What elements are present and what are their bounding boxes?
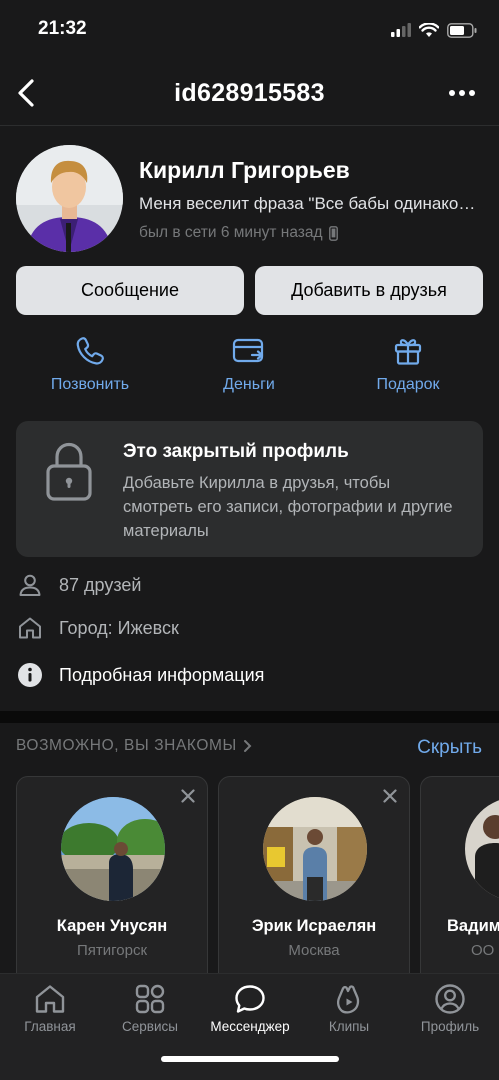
status-icons	[391, 20, 477, 40]
tab-profile-label: Профиль	[420, 1019, 480, 1034]
tab-home[interactable]: Главная	[5, 984, 95, 1034]
tab-messenger-label: Мессенджер	[210, 1019, 290, 1034]
more-button[interactable]	[447, 82, 477, 104]
suggestion-city: Москва	[288, 942, 340, 959]
tab-bar: Главная Сервисы Мессенджер Клипы Профиль	[0, 973, 499, 1080]
wifi-icon	[419, 22, 439, 37]
hide-suggestions-button[interactable]: Скрыть	[417, 737, 482, 759]
tab-services-label: Сервисы	[122, 1019, 178, 1034]
gift-label: Подарок	[376, 376, 440, 393]
home-outline-icon	[16, 614, 44, 642]
call-label: Позвонить	[50, 376, 130, 393]
more-dots-icon	[449, 90, 475, 96]
section-separator	[0, 711, 499, 723]
tab-messenger[interactable]: Мессенджер	[205, 984, 295, 1034]
online-status: был в сети 6 минут назад	[139, 224, 338, 242]
message-button[interactable]: Сообщение	[16, 266, 244, 315]
friend-suggestion-card[interactable]: Эрик Исраелян Москва	[218, 776, 410, 996]
online-status-text: был в сети 6 минут назад	[139, 224, 323, 241]
friend-suggestion-card[interactable]: Вадим ОО	[420, 776, 499, 996]
home-indicator[interactable]	[161, 1056, 339, 1062]
money-card-icon	[232, 338, 264, 363]
details-link: Подробная информация	[59, 664, 265, 685]
home-icon	[35, 985, 65, 1013]
messenger-icon	[235, 985, 265, 1013]
profile-name: Кирилл Григорьев	[139, 157, 350, 183]
tab-clips-label: Клипы	[328, 1019, 370, 1034]
navigation-bar: id628915583	[0, 60, 499, 126]
add-friend-button[interactable]: Добавить в друзья	[255, 266, 483, 315]
city-row: Город: Ижевск	[16, 613, 476, 643]
suggestions-title: ВОЗМОЖНО, ВЫ ЗНАКОМЫ	[16, 737, 237, 754]
lock-icon	[46, 442, 92, 501]
tab-profile[interactable]: Профиль	[405, 984, 495, 1034]
tab-services[interactable]: Сервисы	[105, 984, 195, 1034]
mobile-phone-icon	[328, 225, 338, 241]
closed-profile-card: Это закрытый профиль Добавьте Кирилла в …	[16, 421, 483, 557]
city-text: Город: Ижевск	[59, 617, 179, 638]
gift-action[interactable]: Подарок	[338, 335, 478, 394]
info-icon	[16, 661, 44, 689]
friend-suggestion-card[interactable]: Карен Унусян Пятигорск	[16, 776, 208, 996]
profile-avatar[interactable]	[16, 145, 123, 252]
gift-icon	[394, 339, 422, 365]
tab-clips[interactable]: Клипы	[304, 984, 394, 1034]
call-action[interactable]: Позвонить	[20, 335, 160, 394]
profile-status[interactable]: Меня веселит фраза "Все бабы одинаковые"	[139, 194, 479, 214]
services-icon	[135, 984, 165, 1014]
details-row[interactable]: Подробная информация	[16, 660, 476, 690]
suggestion-city: ОО	[471, 942, 495, 959]
battery-icon	[447, 22, 477, 38]
tab-home-label: Главная	[24, 1019, 76, 1034]
close-icon[interactable]	[383, 789, 397, 803]
suggestion-photo	[61, 797, 165, 901]
phone-icon	[76, 337, 104, 365]
suggestion-name: Карен Унусян	[56, 917, 168, 935]
signal-icon	[391, 23, 411, 37]
closed-profile-title: Это закрытый профиль	[123, 441, 349, 462]
chevron-right-icon	[243, 740, 252, 752]
suggestion-name: Вадим	[447, 917, 499, 935]
money-label: Деньги	[223, 376, 275, 393]
friends-count-row[interactable]: 87 друзей	[16, 570, 476, 600]
avatar-photo	[16, 145, 123, 252]
status-bar: 21:32	[0, 0, 499, 58]
close-icon[interactable]	[181, 789, 195, 803]
friends-count: 87 друзей	[59, 574, 142, 595]
suggestions-header[interactable]: ВОЗМОЖНО, ВЫ ЗНАКОМЫ	[16, 737, 252, 755]
suggestion-photo	[263, 797, 367, 901]
suggestion-name: Эрик Исраелян	[251, 917, 377, 935]
clips-icon	[336, 985, 360, 1014]
money-action[interactable]: Деньги	[179, 335, 319, 394]
suggestion-city: Пятигорск	[76, 942, 148, 959]
user-icon	[16, 571, 44, 599]
suggestion-photo	[465, 797, 499, 901]
page-title: id628915583	[174, 79, 325, 107]
closed-profile-text: Добавьте Кирилла в друзья, чтобы смотрет…	[123, 474, 453, 540]
profile-icon	[435, 984, 465, 1014]
status-time: 21:32	[38, 18, 87, 39]
